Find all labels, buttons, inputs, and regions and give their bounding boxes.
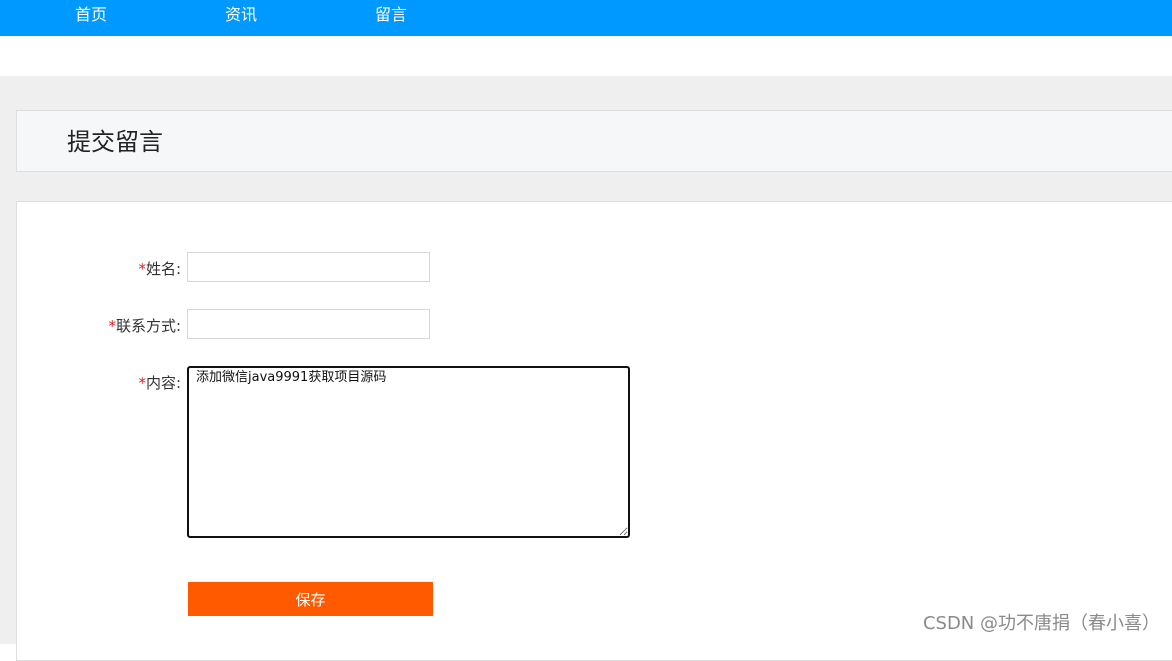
required-mark: * <box>108 317 116 335</box>
nav-item-home[interactable]: 首页 <box>75 0 107 30</box>
name-label: *姓名: <box>138 259 181 279</box>
save-button[interactable]: 保存 <box>188 582 433 616</box>
content-label: *内容: <box>138 373 181 393</box>
name-input[interactable] <box>187 252 430 282</box>
nav-item-message[interactable]: 留言 <box>375 0 407 30</box>
name-label-text: 姓名: <box>145 260 181 278</box>
required-mark: * <box>138 374 146 392</box>
contact-label-text: 联系方式: <box>115 317 181 335</box>
contact-input[interactable] <box>187 309 430 339</box>
content-textarea[interactable]: 添加微信java9991获取项目源码 <box>187 366 630 538</box>
csdn-watermark: CSDN @功不唐捐（春小喜） <box>922 613 1160 634</box>
required-mark: * <box>138 260 146 278</box>
header-spacer <box>0 36 1172 76</box>
top-nav-bar: 首页 资讯 留言 <box>0 0 1172 36</box>
page-title: 提交留言 <box>67 128 163 156</box>
contact-label: *联系方式: <box>108 316 181 336</box>
nav-item-news[interactable]: 资讯 <box>225 0 257 30</box>
message-form: *姓名: *联系方式: *内容: 添加微信java9991获取项目源码 保存 <box>16 201 1172 661</box>
title-panel: 提交留言 <box>16 110 1172 172</box>
content-label-text: 内容: <box>145 374 181 392</box>
